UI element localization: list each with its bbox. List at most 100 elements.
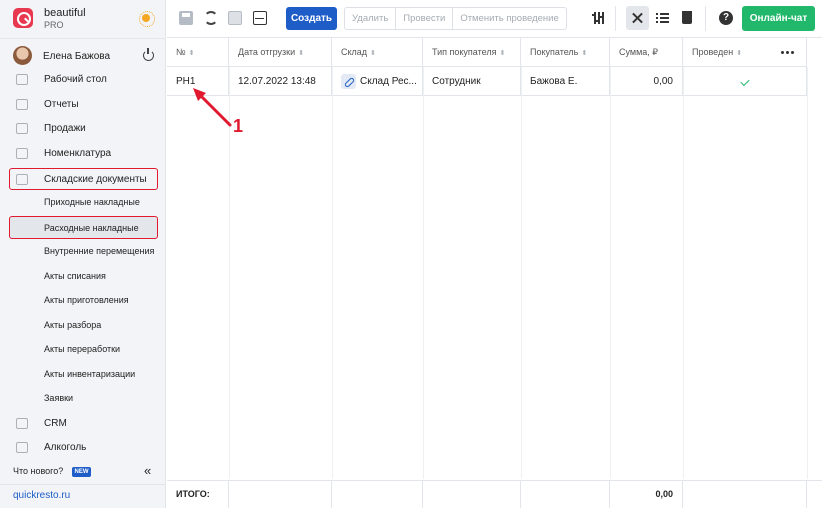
check-icon (739, 76, 750, 87)
unpost-button[interactable]: Отменить проведение (453, 8, 565, 29)
whats-new-link[interactable]: Что нового? (13, 466, 63, 476)
sidebar-subitem-writeoffs[interactable]: Акты списания (44, 271, 106, 287)
footer-cell (423, 481, 521, 508)
sort-icon: ⬍ (188, 50, 195, 57)
column-divider (807, 67, 808, 479)
column-header-buyer[interactable]: Покупатель ⬍ (521, 38, 610, 67)
annotation-number: 1 (233, 116, 244, 136)
site-link[interactable]: quickresto.ru (13, 490, 70, 501)
column-header-buyer-type[interactable]: Тип покупателя ⬍ (423, 38, 521, 67)
table-cell-warehouse[interactable]: Склад Рес... (332, 67, 423, 96)
sidebar-subitem-cooking[interactable]: Акты приготовления (44, 295, 129, 311)
column-header-label: Проведен (692, 47, 734, 57)
footer-cell (683, 481, 807, 508)
post-button[interactable]: Провести (396, 8, 454, 29)
column-header-label: Покупатель (530, 47, 579, 57)
column-header-label: Тип покупателя (432, 47, 497, 57)
sidebar: beautiful PRO Елена Бажова Рабочий стол … (0, 0, 166, 508)
sidebar-item-nomenclature[interactable]: Номенклатура (13, 144, 161, 164)
footer-cell (332, 481, 423, 508)
brand[interactable]: beautiful PRO (0, 0, 166, 36)
table-cell-date[interactable]: 12.07.2022 13:48 (229, 67, 332, 96)
footer-cell (521, 481, 610, 508)
sidebar-subitem-expense-invoices[interactable]: Расходные накладные (44, 223, 139, 239)
sidebar-item-label: Продажи (44, 123, 86, 134)
sidebar-item-sales[interactable]: Продажи (13, 119, 161, 139)
power-icon[interactable] (143, 48, 154, 61)
list-icon[interactable] (656, 11, 670, 25)
logo-icon (13, 8, 33, 28)
sun-icon[interactable] (139, 11, 155, 27)
sidebar-item-label: Отчеты (44, 99, 79, 110)
delete-button[interactable]: Удалить (345, 8, 397, 29)
table-cell-posted[interactable] (683, 67, 807, 96)
sidebar-item-label: Складские документы (44, 174, 147, 185)
sidebar-subitem-transfers[interactable]: Внутренние перемещения (44, 246, 154, 262)
chart-icon (16, 99, 28, 110)
sidebar-subitem-receipts[interactable]: Приходные накладные (44, 197, 140, 213)
column-divider (423, 67, 424, 479)
divider (0, 38, 166, 39)
sort-icon: ⬍ (298, 50, 305, 57)
refresh-icon[interactable] (204, 11, 218, 25)
column-divider (521, 67, 522, 479)
sidebar-item-crm[interactable]: CRM (13, 414, 161, 434)
table-cell-buyer-type[interactable]: Сотрудник (423, 67, 521, 96)
column-header-date[interactable]: Дата отгрузки ⬍ (229, 38, 332, 67)
sidebar-item-label: Рабочий стол (44, 74, 107, 85)
column-header-label: № (176, 47, 186, 57)
tools-icon[interactable] (626, 6, 649, 30)
table-footer: ИТОГО: 0,00 (167, 480, 822, 508)
crm-icon (16, 418, 28, 429)
inbox-icon[interactable] (253, 11, 267, 25)
divider (705, 6, 706, 31)
create-button[interactable]: Создать (286, 7, 337, 30)
trash-icon[interactable] (682, 11, 692, 24)
sort-icon: ⬍ (736, 50, 743, 57)
more-icon[interactable] (781, 51, 795, 55)
copy-icon[interactable] (228, 11, 242, 25)
glass-icon (16, 442, 28, 453)
column-header-label: Дата отгрузки (238, 47, 296, 57)
column-header-number[interactable]: № ⬍ (167, 38, 229, 67)
column-divider (332, 67, 333, 479)
sidebar-item-reports[interactable]: Отчеты (13, 95, 161, 115)
new-badge: NEW (72, 467, 91, 477)
user-profile[interactable]: Елена Бажова (13, 46, 163, 66)
table-cell-buyer[interactable]: Бажова Е. (521, 67, 610, 96)
collapse-icon[interactable]: « (144, 463, 151, 478)
column-header-label: Сумма, ₽ (619, 47, 659, 57)
table-cell-sum[interactable]: 0,00 (610, 67, 683, 96)
link-icon[interactable] (341, 73, 356, 89)
sidebar-subitem-requests[interactable]: Заявки (44, 393, 73, 409)
sidebar-subitem-inventory[interactable]: Акты инвентаризации (44, 369, 135, 385)
column-header-warehouse[interactable]: Склад ⬍ (332, 38, 423, 67)
warehouse-name: Склад Рес... (360, 76, 417, 87)
brand-name: beautiful (44, 7, 86, 19)
footer-total-sum: 0,00 (610, 481, 683, 508)
brand-plan: PRO (44, 20, 64, 30)
online-chat-button[interactable]: Онлайн-чат (742, 6, 815, 31)
sort-icon: ⬍ (499, 50, 506, 57)
user-name: Елена Бажова (43, 51, 111, 62)
sidebar-subitem-processing[interactable]: Акты переработки (44, 344, 120, 360)
sidebar-item-label: CRM (44, 418, 67, 429)
sliders-icon[interactable] (592, 11, 606, 25)
sidebar-item-dashboard[interactable]: Рабочий стол (13, 70, 161, 90)
footer-total-label: ИТОГО: (167, 481, 229, 508)
sidebar-item-label: Алкоголь (44, 442, 87, 453)
save-icon[interactable] (179, 11, 193, 25)
sort-icon: ⬍ (370, 50, 376, 57)
column-header-label: Склад (341, 47, 368, 57)
sidebar-subitem-disassembly[interactable]: Акты разбора (44, 320, 101, 336)
annotation-arrow (193, 88, 232, 127)
column-divider (683, 67, 684, 479)
help-icon[interactable]: ? (719, 11, 733, 25)
sidebar-item-warehouse-docs[interactable]: Складские документы (13, 170, 161, 190)
sort-icon: ⬍ (581, 50, 588, 57)
column-header-sum[interactable]: Сумма, ₽ (610, 38, 683, 67)
divider (615, 6, 616, 31)
footer-cell (229, 481, 332, 508)
column-divider (610, 67, 611, 479)
sidebar-item-alcohol[interactable]: Алкоголь (13, 438, 161, 458)
